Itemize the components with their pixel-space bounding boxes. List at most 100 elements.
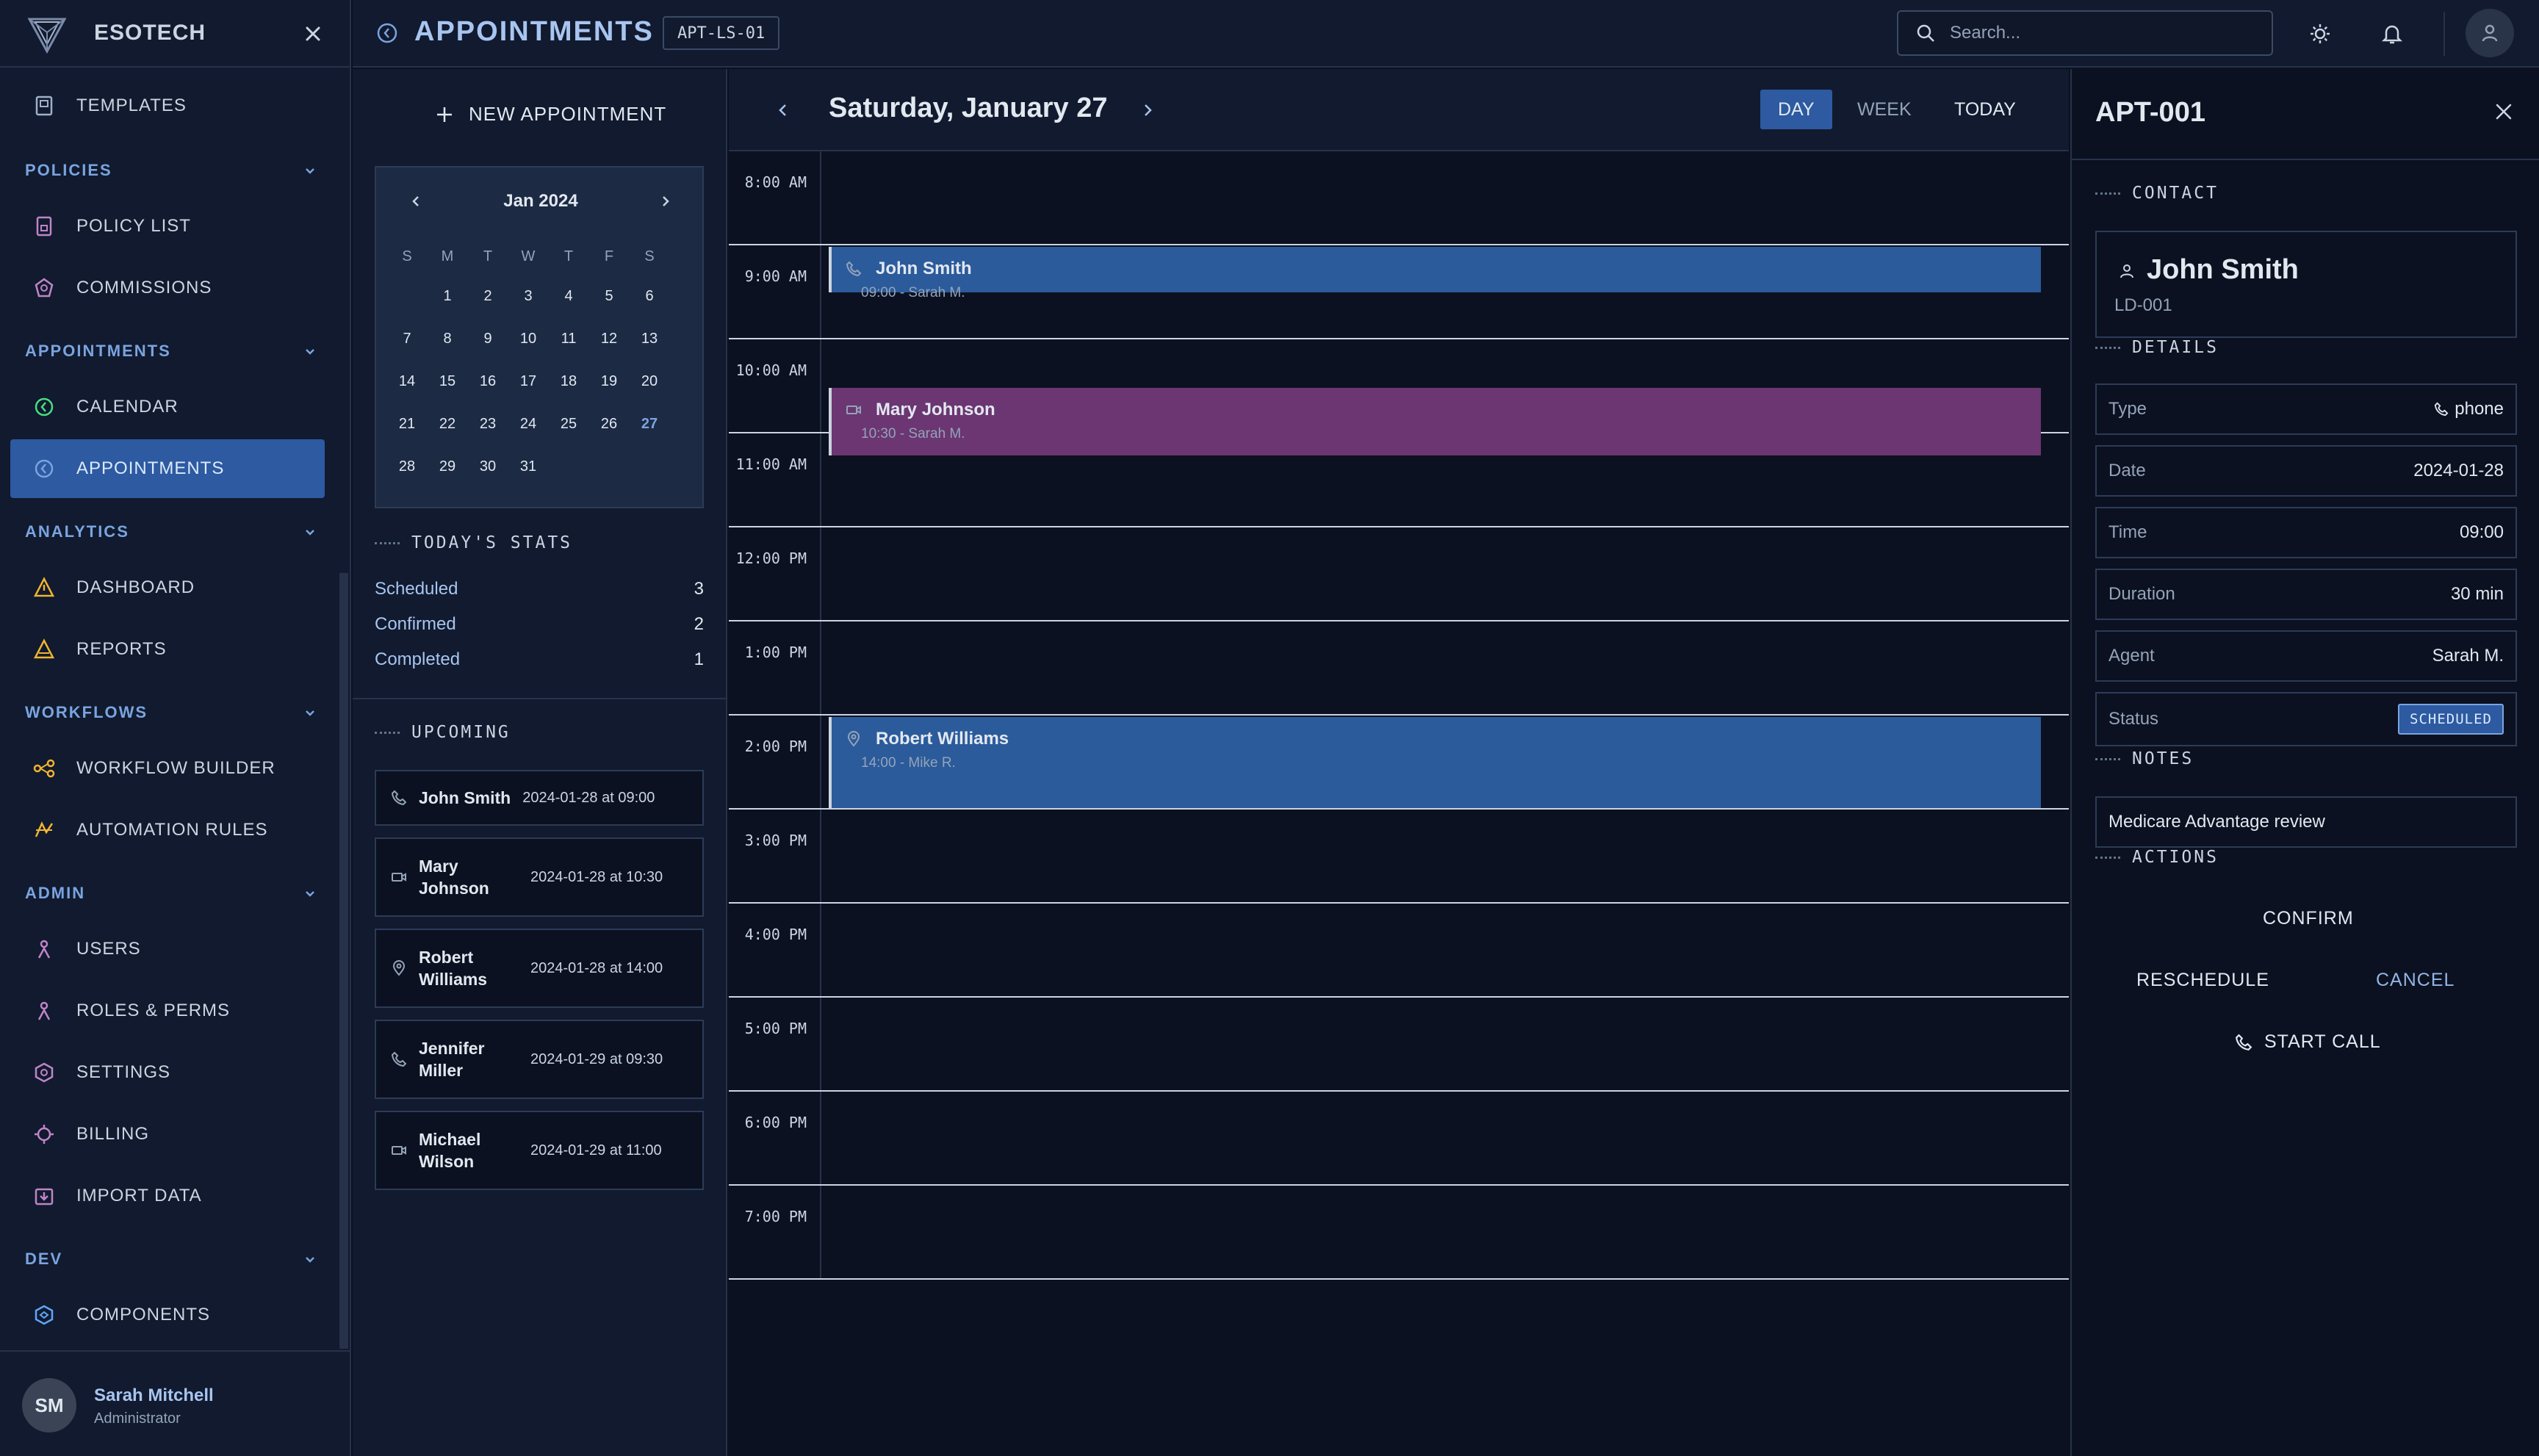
confirm-button[interactable]: CONFIRM bbox=[2263, 908, 2354, 929]
mini-calendar-day[interactable]: 1 bbox=[433, 288, 462, 305]
sidebar-item-appointments[interactable]: APPOINTMENTS bbox=[10, 439, 325, 498]
hour-row[interactable]: 6:00 PM bbox=[729, 1092, 2069, 1186]
mini-calendar-day[interactable]: 10 bbox=[514, 331, 543, 347]
theme-toggle-icon[interactable] bbox=[2304, 18, 2336, 50]
cancel-button[interactable]: CANCEL bbox=[2376, 970, 2455, 991]
mini-calendar-day[interactable]: 17 bbox=[514, 373, 543, 390]
sidebar-scrollbar[interactable] bbox=[339, 69, 348, 1349]
search-box[interactable] bbox=[1897, 10, 2273, 56]
calendar-event[interactable]: Robert Williams 14:00 - Mike R. bbox=[829, 717, 2041, 808]
hour-row[interactable]: 12:00 PM bbox=[729, 527, 2069, 621]
mini-calendar-day[interactable]: 8 bbox=[433, 331, 462, 347]
mini-calendar-day[interactable]: 13 bbox=[635, 331, 664, 347]
mini-calendar-day[interactable]: 27 bbox=[635, 416, 664, 433]
mini-calendar-day[interactable]: 30 bbox=[473, 458, 503, 475]
sidebar-item-calendar[interactable]: CALENDAR bbox=[10, 378, 325, 436]
event-name: Robert Williams bbox=[876, 729, 1009, 749]
sidebar-item-label: ROLES & PERMS bbox=[76, 1001, 231, 1020]
mini-calendar-day[interactable]: 31 bbox=[514, 458, 543, 475]
sidebar-item-components[interactable]: COMPONENTS bbox=[10, 1286, 325, 1344]
upcoming-item[interactable]: Mary Johnson 2024-01-28 at 10:30 bbox=[375, 837, 704, 917]
hour-row[interactable]: 1:00 PM bbox=[729, 621, 2069, 716]
sidebar-item-reports[interactable]: REPORTS bbox=[10, 620, 325, 679]
section-header-appointments[interactable]: APPOINTMENTS bbox=[25, 336, 319, 366]
mini-calendar-day[interactable]: 25 bbox=[554, 416, 583, 433]
sidebar-item-commissions[interactable]: COMMISSIONS bbox=[10, 259, 325, 317]
mini-calendar-day[interactable]: 19 bbox=[594, 373, 624, 390]
detail-row-type: Type phone bbox=[2095, 383, 2517, 435]
new-appointment-button[interactable]: NEW APPOINTMENT bbox=[433, 103, 666, 126]
section-header-workflows[interactable]: WORKFLOWS bbox=[25, 698, 319, 727]
close-sidebar-icon[interactable] bbox=[300, 21, 326, 47]
mini-calendar-day[interactable]: 9 bbox=[473, 331, 503, 347]
upcoming-item[interactable]: John Smith 2024-01-28 at 09:00 bbox=[375, 770, 704, 826]
sidebar-item-policy-list[interactable]: POLICY LIST bbox=[10, 197, 325, 256]
mini-calendar-day[interactable]: 16 bbox=[473, 373, 503, 390]
mini-calendar-day[interactable]: 20 bbox=[635, 373, 664, 390]
chevron-right-icon[interactable] bbox=[655, 191, 676, 212]
detail-value-text: phone bbox=[2455, 399, 2504, 419]
mini-calendar-day[interactable]: 21 bbox=[392, 416, 422, 433]
view-week-button[interactable]: WEEK bbox=[1840, 90, 1929, 129]
sidebar-item-templates[interactable]: TEMPLATES bbox=[10, 76, 325, 135]
mini-calendar-day[interactable]: 2 bbox=[473, 288, 503, 305]
hour-row[interactable]: 5:00 PM bbox=[729, 998, 2069, 1092]
mini-calendar-day[interactable]: 7 bbox=[392, 331, 422, 347]
section-header-analytics[interactable]: ANALYTICS bbox=[25, 517, 319, 547]
status-badge: SCHEDULED bbox=[2398, 704, 2504, 735]
mini-calendar-day[interactable]: 11 bbox=[554, 331, 583, 347]
mini-calendar-day[interactable]: 23 bbox=[473, 416, 503, 433]
mini-calendar-day[interactable]: 5 bbox=[594, 288, 624, 305]
mini-calendar-day[interactable]: 18 bbox=[554, 373, 583, 390]
today-button[interactable]: TODAY bbox=[1937, 90, 2034, 129]
detail-row-status: Status SCHEDULED bbox=[2095, 692, 2517, 746]
hour-row[interactable]: 3:00 PM bbox=[729, 810, 2069, 904]
mini-calendar-day[interactable]: 15 bbox=[433, 373, 462, 390]
upcoming-item[interactable]: Jennifer Miller 2024-01-29 at 09:30 bbox=[375, 1020, 704, 1099]
upcoming-item[interactable]: Robert Williams 2024-01-28 at 14:00 bbox=[375, 929, 704, 1008]
mini-calendar-day[interactable]: 6 bbox=[635, 288, 664, 305]
users-icon bbox=[31, 936, 57, 962]
mini-calendar-day[interactable]: 12 bbox=[594, 331, 624, 347]
bell-icon[interactable] bbox=[2376, 18, 2408, 50]
next-day-chevron-icon[interactable] bbox=[1134, 97, 1161, 123]
sidebar-item-import-data[interactable]: IMPORT DATA bbox=[10, 1167, 325, 1225]
mini-calendar-day[interactable]: 24 bbox=[514, 416, 543, 433]
start-call-button[interactable]: START CALL bbox=[2233, 1031, 2381, 1053]
search-input[interactable] bbox=[1950, 23, 2258, 43]
sidebar-item-settings[interactable]: SETTINGS bbox=[10, 1043, 325, 1102]
mini-calendar-day[interactable]: 4 bbox=[554, 288, 583, 305]
section-title: DETAILS bbox=[2132, 338, 2219, 357]
sidebar-item-roles-perms[interactable]: ROLES & PERMS bbox=[10, 981, 325, 1040]
upcoming-item[interactable]: Michael Wilson 2024-01-29 at 11:00 bbox=[375, 1111, 704, 1190]
reschedule-button[interactable]: RESCHEDULE bbox=[2136, 970, 2269, 991]
hour-row[interactable]: 7:00 PM bbox=[729, 1186, 2069, 1280]
mini-calendar-day[interactable]: 26 bbox=[594, 416, 624, 433]
sidebar-item-automation-rules[interactable]: AUTOMATION RULES bbox=[10, 801, 325, 859]
hour-row[interactable]: 8:00 AM bbox=[729, 151, 2069, 245]
sidebar-item-dashboard[interactable]: DASHBOARD bbox=[10, 558, 325, 617]
sidebar-item-billing[interactable]: BILLING bbox=[10, 1105, 325, 1164]
calendar-event[interactable]: Mary Johnson 10:30 - Sarah M. bbox=[829, 388, 2041, 455]
view-day-button[interactable]: DAY bbox=[1760, 90, 1832, 129]
mini-calendar-day[interactable]: 28 bbox=[392, 458, 422, 475]
prev-day-chevron-icon[interactable] bbox=[770, 97, 796, 123]
mini-calendar-day[interactable]: 14 bbox=[392, 373, 422, 390]
section-header-admin[interactable]: ADMIN bbox=[25, 879, 319, 908]
hour-row[interactable]: 4:00 PM bbox=[729, 904, 2069, 998]
section-title: WORKFLOWS bbox=[25, 703, 148, 721]
mini-calendar-day[interactable]: 22 bbox=[433, 416, 462, 433]
mini-calendar-day[interactable]: 29 bbox=[433, 458, 462, 475]
section-header-dev[interactable]: DEV bbox=[25, 1244, 319, 1274]
stat-label: Confirmed bbox=[375, 614, 456, 634]
user-profile[interactable]: SM Sarah Mitchell Administrator bbox=[0, 1350, 351, 1456]
sidebar-item-workflow-builder[interactable]: WORKFLOW BUILDER bbox=[10, 739, 325, 798]
section-header-policies[interactable]: POLICIES bbox=[25, 156, 319, 185]
scrollbar-thumb[interactable] bbox=[339, 573, 348, 1349]
calendar-event[interactable]: John Smith 09:00 - Sarah M. bbox=[829, 247, 2041, 300]
user-avatar-icon[interactable] bbox=[2466, 9, 2514, 57]
sidebar-item-users[interactable]: USERS bbox=[10, 920, 325, 979]
mini-calendar-day[interactable]: 3 bbox=[514, 288, 543, 305]
contact-card[interactable]: John Smith LD-001 bbox=[2095, 231, 2517, 338]
close-icon[interactable] bbox=[2491, 98, 2517, 125]
